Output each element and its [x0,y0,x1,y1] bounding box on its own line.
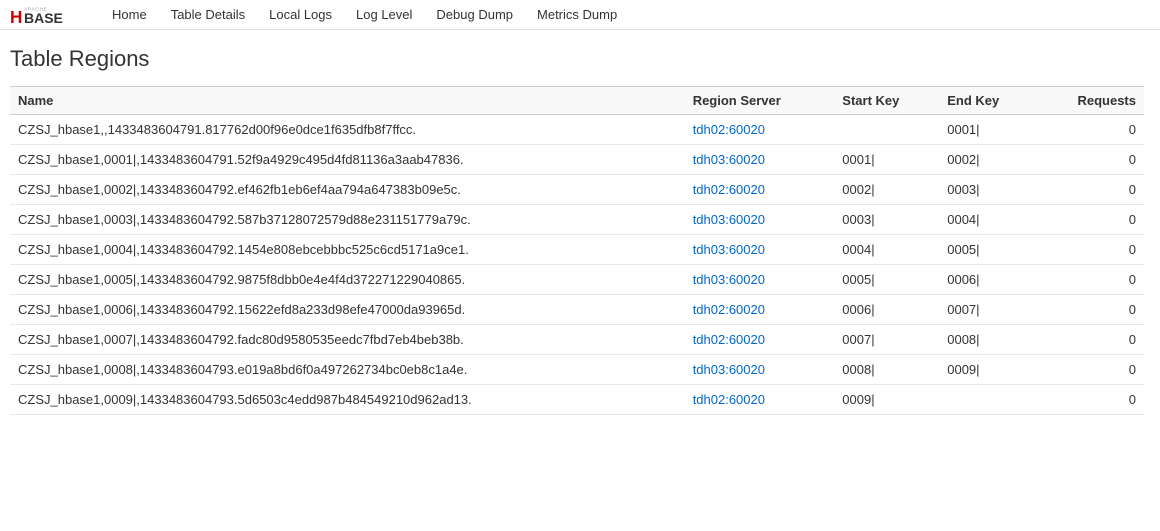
cell-requests: 0 [1037,295,1144,325]
cell-end-key: 0009| [939,355,1037,385]
cell-name: CZSJ_hbase1,0004|,1433483604792.1454e808… [10,235,685,265]
nav-item: Log Level [344,0,424,30]
nav-link-debug-dump[interactable]: Debug Dump [424,0,525,30]
cell-end-key: 0007| [939,295,1037,325]
nav-link-log-level[interactable]: Log Level [344,0,424,30]
cell-name: CZSJ_hbase1,,1433483604791.817762d00f96e… [10,115,685,145]
cell-requests: 0 [1037,265,1144,295]
cell-region-server[interactable]: tdh02:60020 [685,175,835,205]
table-row: CZSJ_hbase1,0007|,1433483604792.fadc80d9… [10,325,1144,355]
col-header-start-key: Start Key [834,87,939,115]
cell-requests: 0 [1037,205,1144,235]
col-header-requests: Requests [1037,87,1144,115]
cell-name: CZSJ_hbase1,0006|,1433483604792.15622efd… [10,295,685,325]
region-server-link[interactable]: tdh03:60020 [693,362,765,377]
cell-start-key: 0006| [834,295,939,325]
cell-requests: 0 [1037,355,1144,385]
region-server-link[interactable]: tdh03:60020 [693,242,765,257]
nav-item: Debug Dump [424,0,525,30]
region-server-link[interactable]: tdh02:60020 [693,182,765,197]
cell-end-key [939,385,1037,415]
regions-table: Name Region Server Start Key End Key Req… [10,86,1144,415]
cell-name: CZSJ_hbase1,0003|,1433483604792.587b3712… [10,205,685,235]
nav-link-home[interactable]: Home [100,0,159,30]
cell-end-key: 0001| [939,115,1037,145]
hbase-logo-svg: APACHE H BASE [10,4,80,26]
table-body: CZSJ_hbase1,,1433483604791.817762d00f96e… [10,115,1144,415]
cell-requests: 0 [1037,325,1144,355]
cell-name: CZSJ_hbase1,0001|,1433483604791.52f9a492… [10,145,685,175]
cell-start-key: 0008| [834,355,939,385]
svg-text:BASE: BASE [24,9,63,25]
cell-start-key: 0009| [834,385,939,415]
cell-name: CZSJ_hbase1,0009|,1433483604793.5d6503c4… [10,385,685,415]
cell-start-key: 0005| [834,265,939,295]
cell-region-server[interactable]: tdh02:60020 [685,295,835,325]
cell-end-key: 0003| [939,175,1037,205]
cell-region-server[interactable]: tdh03:60020 [685,205,835,235]
nav-link-table-details[interactable]: Table Details [159,0,257,30]
table-row: CZSJ_hbase1,0003|,1433483604792.587b3712… [10,205,1144,235]
nav-links: HomeTable DetailsLocal LogsLog LevelDebu… [100,0,629,30]
region-server-link[interactable]: tdh03:60020 [693,272,765,287]
cell-region-server[interactable]: tdh03:60020 [685,265,835,295]
cell-start-key [834,115,939,145]
cell-name: CZSJ_hbase1,0002|,1433483604792.ef462fb1… [10,175,685,205]
region-server-link[interactable]: tdh02:60020 [693,122,765,137]
cell-end-key: 0002| [939,145,1037,175]
table-header-row: Name Region Server Start Key End Key Req… [10,87,1144,115]
col-header-end-key: End Key [939,87,1037,115]
nav-item: Table Details [159,0,257,30]
nav-item: Home [100,0,159,30]
cell-name: CZSJ_hbase1,0007|,1433483604792.fadc80d9… [10,325,685,355]
table-row: CZSJ_hbase1,0009|,1433483604793.5d6503c4… [10,385,1144,415]
nav-item: Local Logs [257,0,344,30]
region-server-link[interactable]: tdh03:60020 [693,152,765,167]
table-row: CZSJ_hbase1,0008|,1433483604793.e019a8bd… [10,355,1144,385]
table-header: Name Region Server Start Key End Key Req… [10,87,1144,115]
cell-requests: 0 [1037,145,1144,175]
page-content: Table Regions Name Region Server Start K… [0,30,1160,431]
cell-start-key: 0004| [834,235,939,265]
cell-start-key: 0007| [834,325,939,355]
cell-name: CZSJ_hbase1,0008|,1433483604793.e019a8bd… [10,355,685,385]
cell-start-key: 0003| [834,205,939,235]
cell-region-server[interactable]: tdh03:60020 [685,355,835,385]
nav-item: Metrics Dump [525,0,629,30]
cell-region-server[interactable]: tdh02:60020 [685,325,835,355]
cell-region-server[interactable]: tdh02:60020 [685,115,835,145]
page-title: Table Regions [10,46,1144,72]
nav-link-local-logs[interactable]: Local Logs [257,0,344,30]
cell-requests: 0 [1037,385,1144,415]
col-header-name: Name [10,87,685,115]
nav-link-metrics-dump[interactable]: Metrics Dump [525,0,629,30]
cell-start-key: 0002| [834,175,939,205]
cell-end-key: 0008| [939,325,1037,355]
col-header-region-server: Region Server [685,87,835,115]
region-server-link[interactable]: tdh02:60020 [693,332,765,347]
navbar: APACHE H BASE HomeTable DetailsLocal Log… [0,0,1160,30]
cell-end-key: 0004| [939,205,1037,235]
table-row: CZSJ_hbase1,0001|,1433483604791.52f9a492… [10,145,1144,175]
table-row: CZSJ_hbase1,0006|,1433483604792.15622efd… [10,295,1144,325]
table-row: CZSJ_hbase1,0005|,1433483604792.9875f8db… [10,265,1144,295]
cell-requests: 0 [1037,115,1144,145]
cell-name: CZSJ_hbase1,0005|,1433483604792.9875f8db… [10,265,685,295]
cell-end-key: 0005| [939,235,1037,265]
region-server-link[interactable]: tdh02:60020 [693,302,765,317]
region-server-link[interactable]: tdh03:60020 [693,212,765,227]
cell-end-key: 0006| [939,265,1037,295]
cell-region-server[interactable]: tdh03:60020 [685,145,835,175]
table-row: CZSJ_hbase1,0002|,1433483604792.ef462fb1… [10,175,1144,205]
table-row: CZSJ_hbase1,0004|,1433483604792.1454e808… [10,235,1144,265]
logo: APACHE H BASE [10,4,80,26]
cell-requests: 0 [1037,235,1144,265]
region-server-link[interactable]: tdh02:60020 [693,392,765,407]
svg-text:H: H [10,7,22,25]
table-row: CZSJ_hbase1,,1433483604791.817762d00f96e… [10,115,1144,145]
cell-region-server[interactable]: tdh02:60020 [685,385,835,415]
cell-region-server[interactable]: tdh03:60020 [685,235,835,265]
cell-start-key: 0001| [834,145,939,175]
cell-requests: 0 [1037,175,1144,205]
